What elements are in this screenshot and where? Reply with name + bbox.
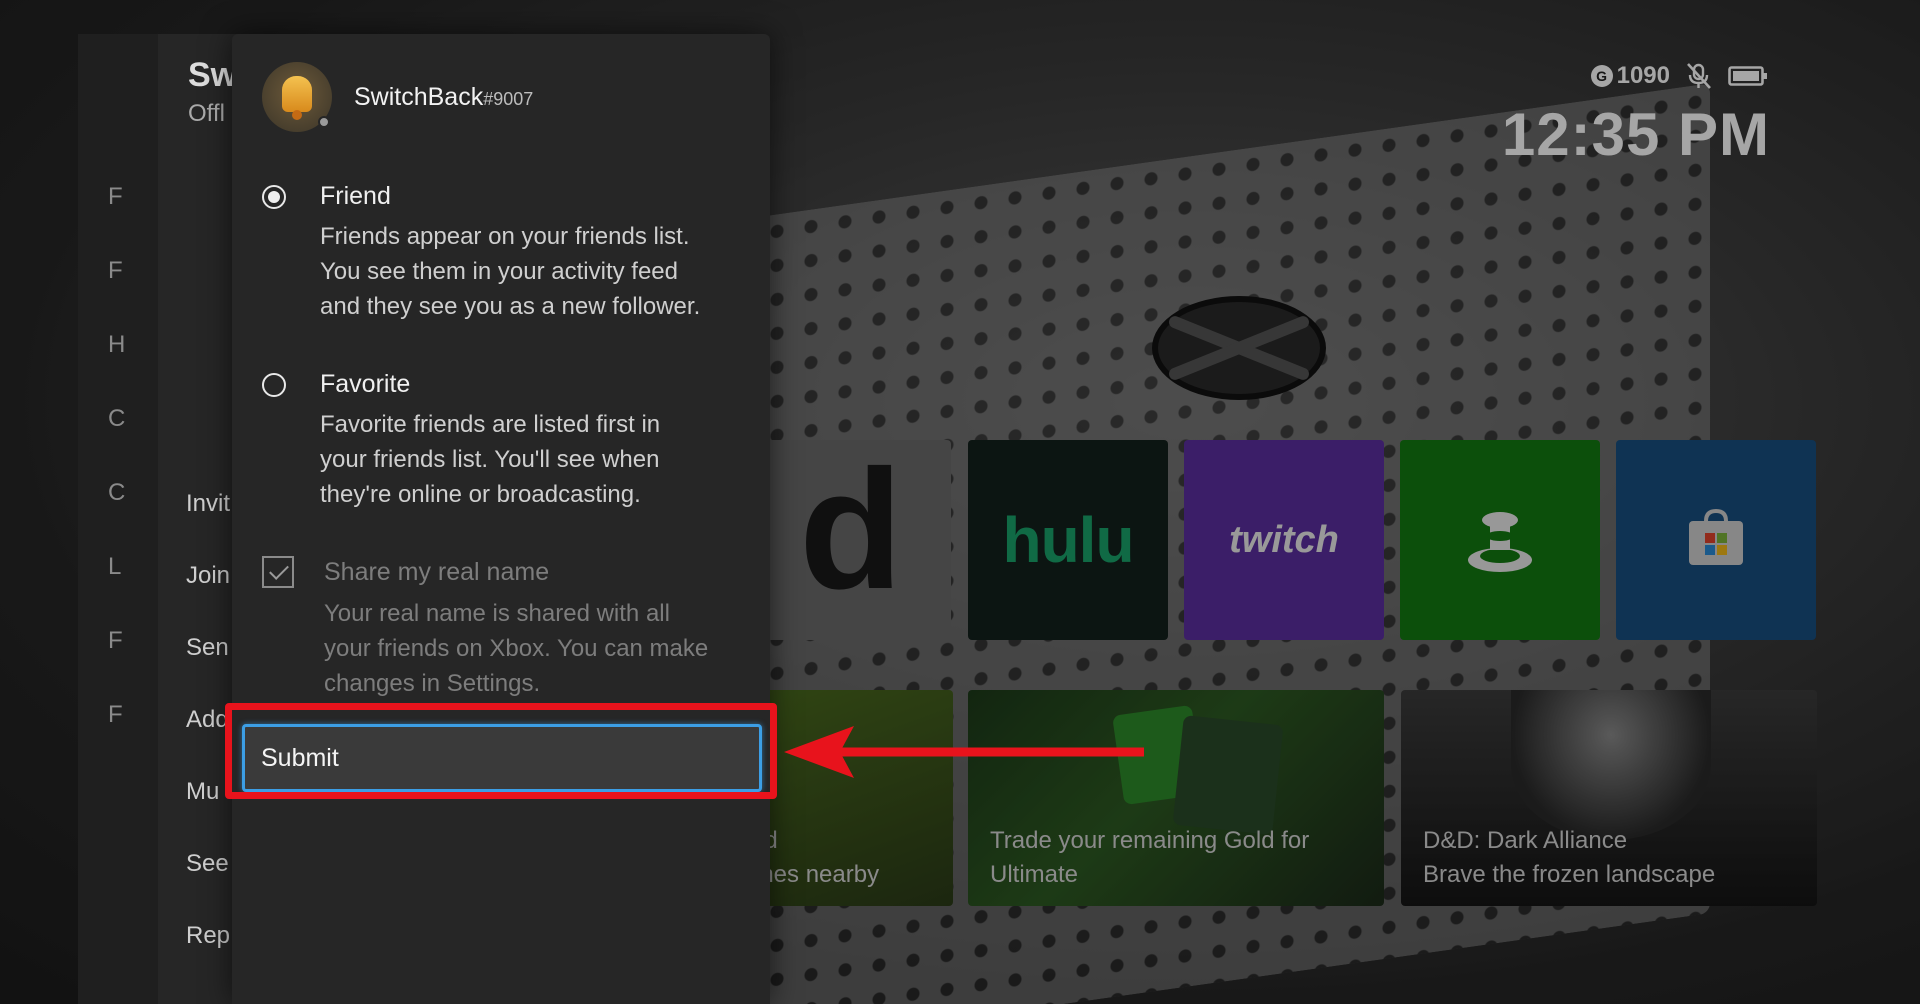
- guide-menu-see[interactable]: See: [186, 828, 230, 900]
- option-friend[interactable]: Friend Friends appear on your friends li…: [262, 182, 752, 324]
- annotation-arrow-icon: [784, 726, 1144, 778]
- guide-profile-status: Offl: [188, 100, 225, 127]
- profile-header: SwitchBack#9007: [262, 62, 533, 132]
- guide-menu-invite[interactable]: Invit: [186, 468, 230, 540]
- favorite-radio[interactable]: [262, 372, 286, 397]
- gamertag: SwitchBack#9007: [354, 83, 533, 112]
- share-name-description: Your real name is shared with all your f…: [324, 600, 709, 697]
- friend-description: Friends appear on your friends list. You…: [320, 223, 701, 320]
- guide-menu-report[interactable]: Rep: [186, 900, 230, 972]
- friend-title: Friend: [320, 182, 391, 210]
- option-share-real-name[interactable]: Share my real name Your real name is sha…: [262, 556, 752, 701]
- annotation-highlight-box: [225, 703, 777, 799]
- guide-menu-add[interactable]: Add: [186, 684, 230, 756]
- guide-menu-join[interactable]: Join: [186, 540, 230, 612]
- share-name-title: Share my real name: [324, 557, 550, 586]
- favorite-title: Favorite: [320, 370, 411, 398]
- guide-menu-send[interactable]: Sen: [186, 612, 230, 684]
- guide-profile-name: Sw: [188, 56, 238, 94]
- gamertag-suffix: #9007: [483, 88, 534, 109]
- friend-radio[interactable]: [262, 184, 286, 209]
- avatar: [262, 62, 332, 132]
- guide-back-letters: F F H C C L F F: [108, 183, 126, 728]
- guide-menu-mute[interactable]: Mu: [186, 756, 230, 828]
- add-friend-flyout: SwitchBack#9007 Friend Friends appear on…: [232, 34, 770, 1004]
- guide-profile-menu: Invit Join Sen Add Mu See Rep: [186, 468, 230, 972]
- favorite-description: Favorite friends are listed first in you…: [320, 411, 661, 508]
- share-name-checkbox[interactable]: [262, 556, 294, 588]
- bell-avatar-icon: [282, 76, 312, 120]
- presence-dot: [318, 116, 330, 128]
- gamertag-name: SwitchBack: [354, 82, 484, 111]
- option-favorite[interactable]: Favorite Favorite friends are listed fir…: [262, 370, 752, 512]
